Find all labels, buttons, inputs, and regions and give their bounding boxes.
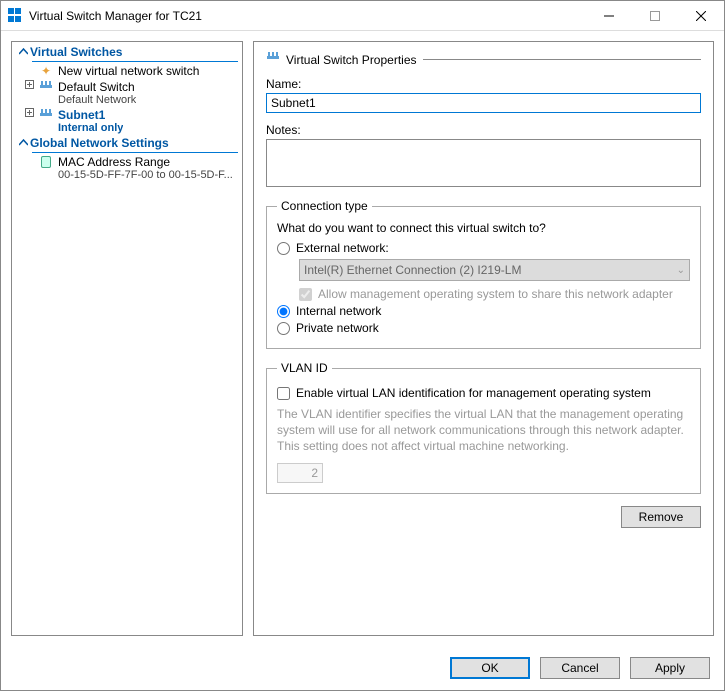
panel-title: Virtual Switch Properties: [286, 53, 417, 67]
cancel-button[interactable]: Cancel: [540, 657, 620, 679]
vlan-enable-label: Enable virtual LAN identification for ma…: [296, 386, 651, 400]
radio-private-label: Private network: [296, 321, 379, 335]
minimize-button[interactable]: [586, 1, 632, 30]
tree-section-global-settings[interactable]: Global Network Settings: [12, 135, 242, 151]
name-input[interactable]: [266, 93, 701, 113]
radio-external-input[interactable]: [277, 242, 290, 255]
tree-section-label: Global Network Settings: [30, 136, 169, 150]
vlan-enable-row[interactable]: Enable virtual LAN identification for ma…: [277, 386, 690, 400]
tree-item-label: New virtual network switch: [58, 64, 199, 78]
vlan-help-text: The VLAN identifier specifies the virtua…: [277, 406, 690, 455]
close-button[interactable]: [678, 1, 724, 30]
tree-item-new-switch[interactable]: ✦ New virtual network switch: [12, 63, 242, 79]
vlan-enable-checkbox[interactable]: [277, 387, 290, 400]
tree-item-mac-range[interactable]: MAC Address Range 00-15-5D-FF-7F-00 to 0…: [12, 154, 242, 182]
vlan-id-input: [277, 463, 323, 483]
properties-panel: Virtual Switch Properties Name: Notes: C…: [253, 41, 714, 636]
connection-type-group: Connection type What do you want to conn…: [266, 199, 701, 349]
allow-mgmt-row: Allow management operating system to sha…: [299, 287, 690, 301]
expand-icon[interactable]: [25, 80, 34, 89]
window-root: Virtual Switch Manager for TC21 Virtual …: [0, 0, 725, 691]
switch-icon: [38, 108, 54, 122]
tree-panel: Virtual Switches ✦ New virtual network s…: [11, 41, 243, 636]
radio-private-input[interactable]: [277, 322, 290, 335]
allow-mgmt-checkbox: [299, 288, 312, 301]
tree-item-subnet1[interactable]: Subnet1 Internal only: [12, 107, 242, 135]
radio-internal-input[interactable]: [277, 305, 290, 318]
tree-section-virtual-switches[interactable]: Virtual Switches: [12, 44, 242, 60]
adapter-value: Intel(R) Ethernet Connection (2) I219-LM: [304, 263, 521, 277]
allow-mgmt-label: Allow management operating system to sha…: [318, 287, 673, 301]
radio-external-label: External network:: [296, 241, 389, 255]
apply-button[interactable]: Apply: [630, 657, 710, 679]
tree-section-label: Virtual Switches: [30, 45, 122, 59]
chip-icon: [38, 155, 54, 169]
tree-item-label: Default Switch: [58, 80, 136, 94]
connection-legend: Connection type: [277, 199, 372, 213]
tree-item-label: MAC Address Range: [58, 155, 233, 169]
ok-button[interactable]: OK: [450, 657, 530, 679]
switch-icon: [38, 80, 54, 94]
tree-item-default-switch[interactable]: Default Switch Default Network: [12, 79, 242, 107]
tree-item-label: Subnet1: [58, 108, 123, 122]
titlebar[interactable]: Virtual Switch Manager for TC21: [1, 1, 724, 31]
collapse-icon: [16, 45, 30, 59]
radio-external[interactable]: External network:: [277, 241, 690, 255]
remove-button[interactable]: Remove: [621, 506, 701, 528]
radio-internal[interactable]: Internal network: [277, 304, 690, 318]
adapter-dropdown: Intel(R) Ethernet Connection (2) I219-LM…: [299, 259, 690, 281]
window-title: Virtual Switch Manager for TC21: [29, 9, 586, 23]
name-label: Name:: [266, 77, 701, 91]
switch-icon: [266, 52, 280, 67]
expand-icon[interactable]: [25, 108, 34, 117]
tree-item-sublabel: Default Network: [58, 94, 136, 106]
notes-label: Notes:: [266, 123, 701, 137]
radio-private[interactable]: Private network: [277, 321, 690, 335]
vlan-group: VLAN ID Enable virtual LAN identificatio…: [266, 361, 701, 494]
connection-question: What do you want to connect this virtual…: [277, 221, 690, 235]
tree-item-sublabel: 00-15-5D-FF-7F-00 to 00-15-5D-F...: [58, 169, 233, 181]
maximize-button[interactable]: [632, 1, 678, 30]
dialog-button-row: OK Cancel Apply: [1, 646, 724, 690]
vlan-legend: VLAN ID: [277, 361, 332, 375]
app-icon: [7, 8, 23, 24]
tree-item-sublabel: Internal only: [58, 122, 123, 134]
collapse-icon: [16, 136, 30, 150]
radio-internal-label: Internal network: [296, 304, 381, 318]
new-icon: ✦: [38, 64, 54, 78]
notes-textarea[interactable]: [266, 139, 701, 187]
chevron-down-icon: ⌄: [677, 265, 685, 276]
